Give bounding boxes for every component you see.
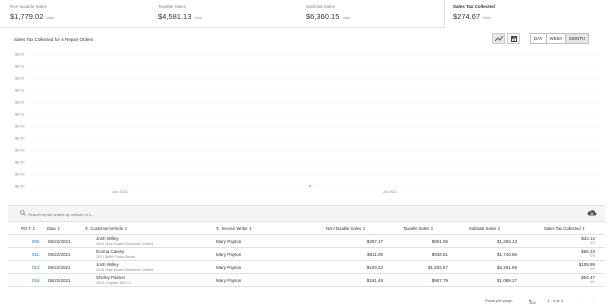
card-label: Taxable Sales [158,4,187,9]
y-tick-label: $0.01 [15,52,25,56]
card-value: $1,779.02 total [10,12,55,21]
date-cell: 06/22/2021 [48,278,71,283]
subtotal-cell: $1,749.86 [496,252,517,257]
card-label: Sales Tax Collected [453,4,495,9]
line-chart-icon [494,35,503,41]
bar-chart-icon [510,35,517,42]
card-sales-tax-collected[interactable]: Sales Tax Collected $274.67 total [444,0,611,28]
nontax-cell: $811.05 [367,252,383,257]
writer-cell: Mary Payton [216,265,242,270]
date-cell: 06/22/2021 [48,265,71,270]
nontax-cell: $429.22 [366,265,383,270]
taxable-cell: $901.96 [431,239,448,244]
bar-chart-toggle[interactable] [507,33,520,44]
y-tick-label: $0.00 [15,184,25,188]
card-taxable-sales[interactable]: Taxable Sales $4,581.13 total [148,0,296,28]
cloud-download-icon[interactable] [587,209,597,218]
ro-number-link[interactable]: 012 [32,265,40,270]
table-row[interactable]: 012 06/22/2021 Josh Willey 2016 Jeep Gran… [8,261,605,274]
writer-cell: Mary Payton [216,252,242,257]
next-page-icon[interactable]: › [593,298,594,303]
range-week-button[interactable]: WEEK [546,34,567,43]
range-day-button[interactable]: DAY [531,34,547,43]
table-row[interactable]: 002 06/22/2021 Josh Willey 2016 Jeep Gran… [8,235,605,248]
col-subtotal-header[interactable]: Subtotal Sales ⇕ [469,226,501,231]
col-tax-header[interactable]: Sales Tax Collected ⇕ [544,226,585,231]
tax-cell: $56.33 6% [581,249,595,258]
subtotal-cell: $1,089.27 [496,278,517,283]
table-row[interactable]: 011 06/22/2021 Donna Caisey 2017 BMW Turb… [8,248,605,261]
rows-per-page-select[interactable]: 100 ▾ [529,298,536,305]
rows-per-page-label: Rows per page: [485,298,514,303]
tax-cell: $34.12 6% [581,236,595,245]
ro-number-link[interactable]: 011 [32,252,39,257]
date-cell: 06/22/2021 [48,252,71,257]
search-icon [20,210,26,216]
card-value: $4,581.13 total [158,12,203,21]
subtotal-cell: $1,259.13 [496,239,517,244]
date-cell: 06/22/2021 [48,239,71,244]
writer-cell: Mary Payton [216,278,242,283]
y-tick-label: $0.00 [15,124,25,128]
range-selector: DAY WEEK MONTH [530,33,589,44]
card-value: $274.67 total [453,12,491,21]
col-taxable-header[interactable]: Taxable Sales ⇕ [403,226,434,231]
col-date-header[interactable]: Date ⇕ [47,226,61,231]
range-month-button[interactable]: MONTH [566,34,588,43]
x-tick-label: Jun 2021 [112,190,128,194]
customer-cell: Josh Willey 2016 Jeep Grand Cherokee Limi… [96,262,153,272]
y-tick-label: $0.01 [15,64,25,68]
card-label: Subtotal Sales [306,4,336,9]
subtotal-cell: $2,261.69 [496,265,517,270]
customer-cell: Josh Willey 2016 Jeep Grand Cherokee Limi… [96,236,153,246]
filter-icon[interactable]: ⊽ [85,226,88,231]
card-nontaxable-sales[interactable]: Non-taxable Sales $1,779.02 total [0,0,148,28]
y-tick-label: $0.01 [15,112,25,116]
tax-cell: $54.47 6% [581,275,595,284]
col-ro-header[interactable]: RO # ⇕ [21,226,35,231]
line-chart-toggle[interactable] [492,33,505,44]
table-header: RO # ⇕ Date ⇕ ⊽ Customer/Vehicle ⇕ ⊽ Ser… [8,222,605,235]
filter-icon[interactable]: ⊽ [216,226,219,231]
customer-cell: Shirley Palmer 2012 Chrysler 300 LX [96,275,131,285]
col-customer-header[interactable]: ⊽ Customer/Vehicle ⇕ [85,226,128,231]
card-subtotal-sales[interactable]: Subtotal Sales $6,360.15 total [296,0,444,28]
repair-orders-table: RO # ⇕ Date ⇕ ⊽ Customer/Vehicle ⇕ ⊽ Ser… [8,205,605,308]
table-pagination: Rows per page: 100 ▾ 1 - 4 of 4 ‹ › [8,296,605,306]
y-tick-label: $0.00 [15,160,25,164]
table-row[interactable]: 016 06/22/2021 Shirley Palmer 2012 Chrysl… [8,274,605,287]
y-tick-label: $0.01 [15,100,25,104]
prev-page-icon[interactable]: ‹ [581,298,582,303]
y-tick-label: $0.00 [15,136,25,140]
col-writer-header[interactable]: ⊽ Service Writer ⇕ [216,226,252,231]
y-tick-label: $0.01 [15,88,25,92]
chart-title: Sales Tax Collected for 4 Repair Orders [14,37,94,42]
customer-cell: Donna Caisey 2017 BMW Turbo Diesel [96,249,135,259]
writer-cell: Mary Payton [216,239,242,244]
data-point[interactable] [309,185,311,187]
y-tick-label: $0.01 [15,76,25,80]
card-value: $6,360.15 total [306,12,351,21]
search-input[interactable] [28,209,128,219]
x-tick-label: Jul 2021 [383,190,397,194]
ro-number-link[interactable]: 016 [32,278,40,283]
taxable-cell: $907.79 [431,278,448,283]
col-nontax-header[interactable]: Non-Taxable Sales ⇕ [326,226,366,231]
ro-number-link[interactable]: 002 [32,239,40,244]
nontax-cell: $357.17 [366,239,383,244]
taxable-cell: $938.81 [431,252,448,257]
card-label: Non-taxable Sales [10,4,47,9]
taxable-cell: $1,832.57 [427,265,448,270]
tax-cell: $109.95 6% [578,262,595,271]
summary-cards: Non-taxable Sales $1,779.02 total Taxabl… [0,0,611,28]
nontax-cell: $181.48 [366,278,383,283]
sales-tax-chart: $0.01 $0.01 $0.01 $0.01 $0.01 $0.01 $0.00 $0.00… [15,52,600,194]
table-toolbar [8,206,605,222]
y-tick-label: $0.00 [15,148,25,152]
y-tick-label: $0.00 [15,172,25,176]
page-range: 1 - 4 of 4 [547,298,563,303]
